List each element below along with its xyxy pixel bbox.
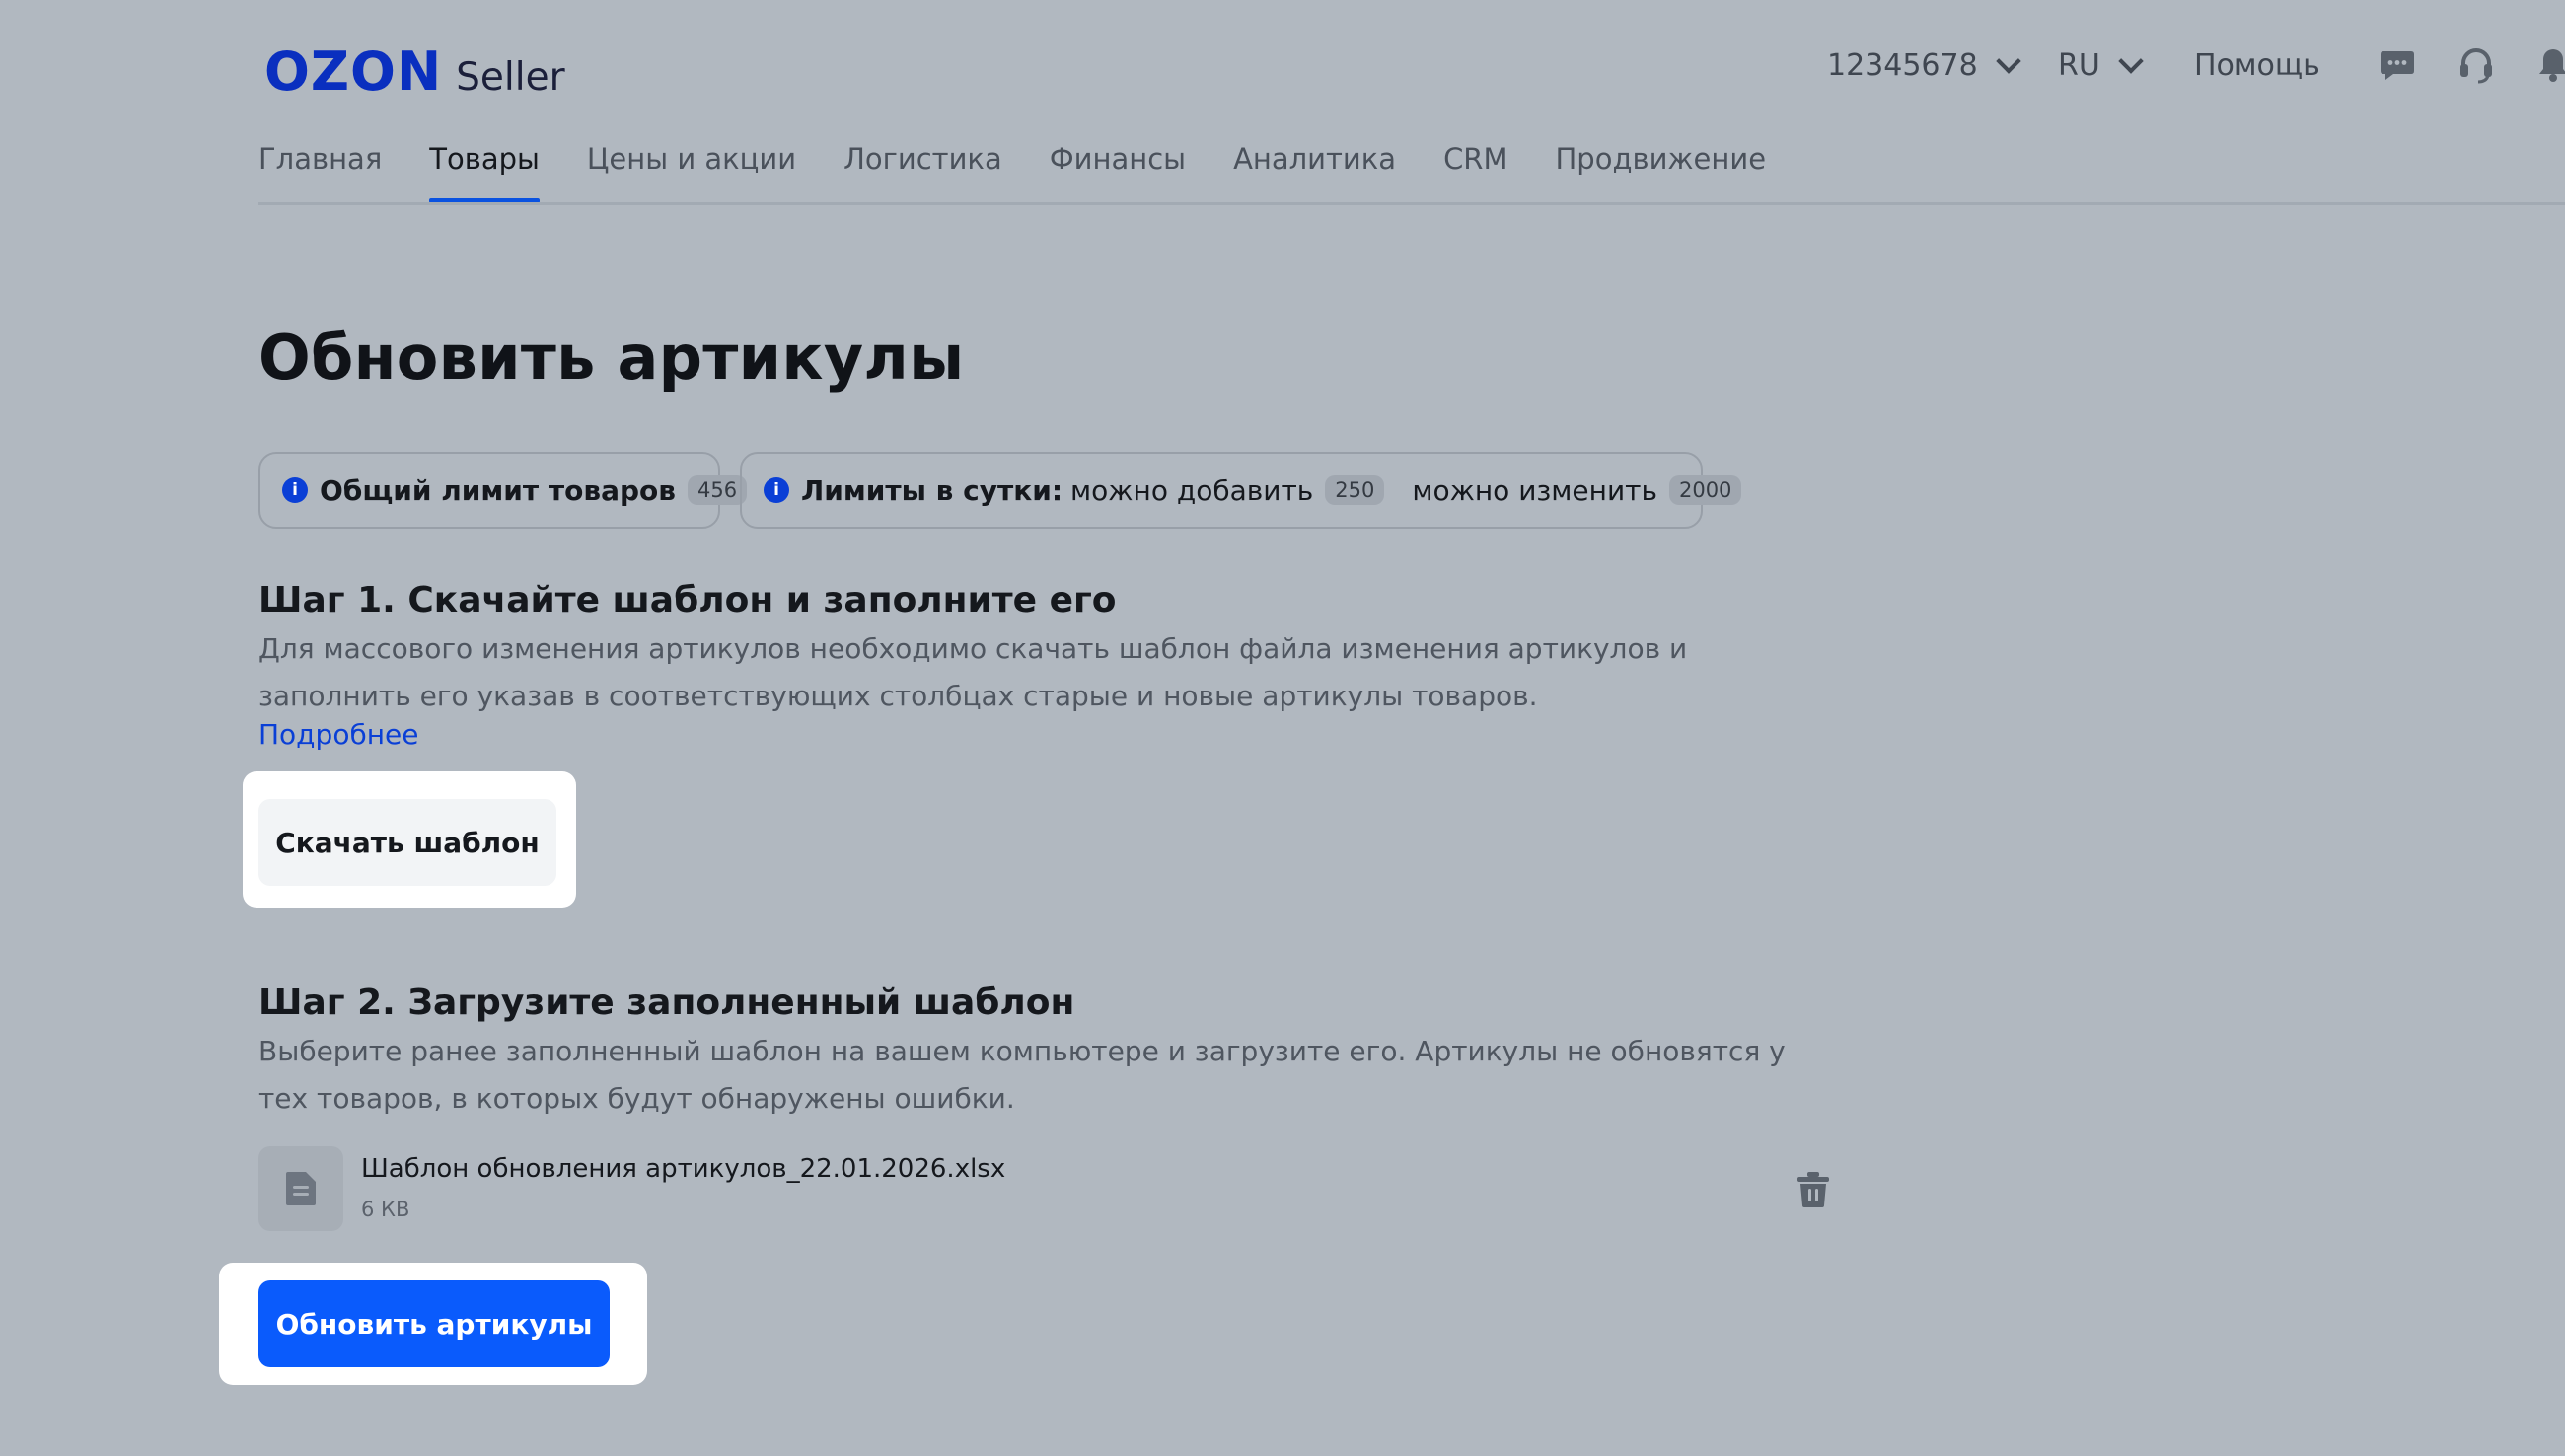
total-limit-count: 456 <box>687 475 748 505</box>
step2-title: Шаг 2. Загрузите заполненный шаблон <box>258 983 1075 1023</box>
headset-icon[interactable] <box>2456 45 2496 85</box>
nav-item-promotion[interactable]: Продвижение <box>1555 138 1766 203</box>
can-add-label: можно добавить <box>1070 473 1314 507</box>
daily-limits-label: Лимиты в сутки: <box>801 473 1063 507</box>
account-selector[interactable]: 12345678 <box>1827 39 2021 91</box>
page: OZON Seller 12345678 RU Помощь Главная Т… <box>0 0 2565 1456</box>
file-size: 6 КВ <box>361 1198 410 1221</box>
language-label: RU <box>2058 47 2100 83</box>
can-add-count: 250 <box>1325 475 1385 505</box>
daily-limits-chip[interactable]: i Лимиты в сутки: можно добавить 250 мож… <box>740 452 1742 529</box>
total-limit-chip[interactable]: i Общий лимит товаров 456 <box>258 452 748 529</box>
file-name: Шаблон обновления артикулов_22.01.2026.x… <box>361 1154 1006 1184</box>
can-edit-label: можно изменить <box>1412 473 1657 507</box>
ozon-seller-logo[interactable]: OZON Seller <box>264 39 565 99</box>
logo-product: Seller <box>456 55 565 100</box>
main-nav: Главная Товары Цены и акции Логистика Фи… <box>258 138 1766 203</box>
page-title: Обновить артикулы <box>258 322 965 394</box>
trash-icon[interactable] <box>1796 1170 1831 1209</box>
language-selector[interactable]: RU <box>2058 39 2144 91</box>
nav-item-products[interactable]: Товары <box>429 138 540 203</box>
chevron-down-icon <box>2118 48 2144 74</box>
account-id: 12345678 <box>1827 47 1978 83</box>
step1-title: Шаг 1. Скачайте шаблон и заполните его <box>258 580 1117 620</box>
nav-item-home[interactable]: Главная <box>258 138 382 203</box>
update-skus-button[interactable]: Обновить артикулы <box>258 1280 610 1367</box>
info-icon: i <box>764 477 789 503</box>
info-icon: i <box>282 477 308 503</box>
more-info-link[interactable]: Подробнее <box>258 718 418 751</box>
bell-icon[interactable] <box>2533 45 2565 85</box>
nav-divider <box>258 202 2565 205</box>
nav-item-analytics[interactable]: Аналитика <box>1233 138 1396 203</box>
step2-description: Выберите ранее заполненный шаблон на ваш… <box>258 1035 1786 1115</box>
nav-item-finance[interactable]: Финансы <box>1050 138 1186 203</box>
nav-item-logistics[interactable]: Логистика <box>843 138 1002 203</box>
file-thumbnail <box>258 1146 343 1231</box>
chat-icon[interactable] <box>2378 45 2417 85</box>
nav-item-prices[interactable]: Цены и акции <box>587 138 796 203</box>
can-edit-count: 2000 <box>1668 475 1742 505</box>
nav-item-crm[interactable]: CRM <box>1443 138 1507 203</box>
total-limit-label: Общий лимит товаров <box>320 473 676 507</box>
help-label: Помощь <box>2194 47 2320 83</box>
step1-description: Для массового изменения артикулов необхо… <box>258 632 1688 712</box>
document-icon <box>286 1172 316 1205</box>
logo-brand: OZON <box>264 40 443 103</box>
chevron-down-icon <box>1995 48 2021 74</box>
download-template-button[interactable]: Скачать шаблон <box>258 799 556 886</box>
help-link[interactable]: Помощь <box>2194 39 2320 91</box>
